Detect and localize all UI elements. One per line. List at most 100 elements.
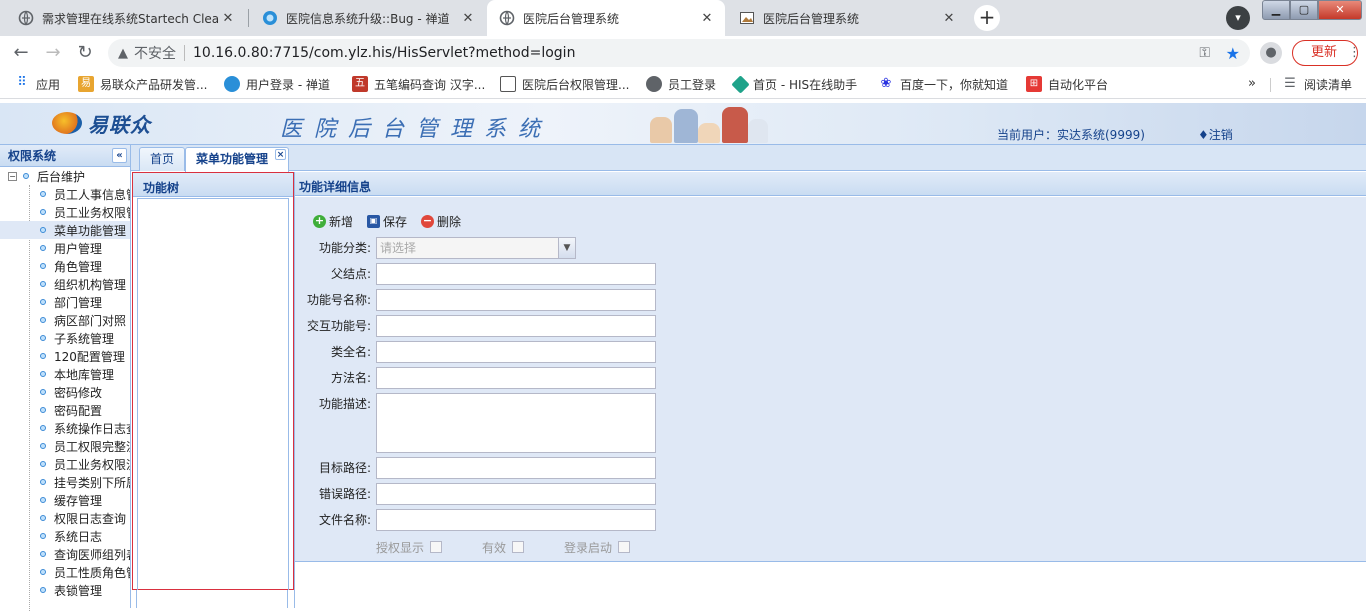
tab-menu-function[interactable]: 菜单功能管理 × [185, 147, 289, 172]
tree-item[interactable]: 权限日志查询 [0, 509, 130, 527]
class-name-input[interactable] [376, 341, 656, 363]
tree-item-label: 员工业务权限流 [54, 457, 130, 472]
bookmark-apps[interactable]: ⠿ 应用 [14, 75, 60, 93]
authorize-display-option[interactable]: 授权显示 [376, 539, 443, 556]
tree-leaf-icon [40, 353, 46, 359]
tree-item[interactable]: 员工性质角色管 [0, 563, 130, 581]
tree-item[interactable]: 组织机构管理 [0, 275, 130, 293]
category-row: 功能分类: 请选择 ▼ [295, 237, 995, 259]
close-tab-icon[interactable]: ✕ [220, 11, 236, 26]
new-tab-button[interactable]: + [974, 5, 1000, 31]
close-tab-icon[interactable]: × [275, 149, 286, 160]
bookmark-permission[interactable]: 医院后台权限管理... [500, 75, 629, 93]
globe-icon [18, 10, 34, 26]
function-tree-body[interactable] [137, 198, 289, 590]
profile-avatar-icon[interactable]: ● [1260, 42, 1282, 64]
tree-leaf-icon [40, 227, 46, 233]
tree-item[interactable]: 病区部门对照 [0, 311, 130, 329]
target-path-input[interactable] [376, 457, 656, 479]
tree-item[interactable]: 缓存管理 [0, 491, 130, 509]
tab-search-icon[interactable]: ▾ [1226, 6, 1250, 30]
tree-item[interactable]: 角色管理 [0, 257, 130, 275]
class-name-label: 类全名: [330, 345, 371, 359]
bookmark-staff-login[interactable]: 员工登录 [646, 75, 716, 93]
tree-item[interactable]: 本地库管理 [0, 365, 130, 383]
func-name-input[interactable] [376, 289, 656, 311]
bookmark-automation[interactable]: ⊞ 自动化平台 [1026, 75, 1108, 93]
bookmark-wubi[interactable]: 五 五笔编码查询 汉字... [352, 75, 485, 93]
bookmark-his[interactable]: 首页 - HIS在线助手 [731, 74, 857, 94]
tree-item[interactable]: 员工业务权限管 [0, 203, 130, 221]
address-bar[interactable]: ▲ 不安全 10.16.0.80:7715/com.ylz.his/HisSer… [108, 39, 1250, 67]
valid-option[interactable]: 有效 [482, 539, 525, 556]
tree-leaf-icon [40, 587, 46, 593]
chevron-down-icon[interactable]: ▼ [558, 238, 575, 258]
tree-item[interactable]: 员工人事信息管 [0, 185, 130, 203]
update-button[interactable]: 更新 ⋮ [1292, 40, 1361, 66]
maximize-icon[interactable]: ▢ [1290, 0, 1318, 20]
method-name-input[interactable] [376, 367, 656, 389]
tree-root-node[interactable]: − 后台维护 [0, 167, 130, 185]
valid-checkbox[interactable] [512, 541, 525, 553]
browser-tab-requirements[interactable]: 需求管理在线系统Startech Clea ✕ [6, 0, 246, 36]
close-tab-icon[interactable]: ✕ [460, 11, 476, 26]
reload-icon[interactable]: ↻ [72, 40, 98, 66]
category-select[interactable]: 请选择 ▼ [376, 237, 576, 259]
tree-item[interactable]: 密码配置 [0, 401, 130, 419]
collapse-panel-icon[interactable]: « [112, 148, 127, 163]
description-row: 功能描述: [295, 393, 995, 453]
close-tab-icon[interactable]: ✕ [941, 11, 957, 26]
bookmark-zentao[interactable]: 用户登录 - 禅道 [224, 75, 330, 93]
tree-item[interactable]: 部门管理 [0, 293, 130, 311]
minimize-icon[interactable]: ▁ [1262, 0, 1290, 20]
delete-button[interactable]: − 删除 [421, 213, 461, 230]
collapse-node-icon[interactable]: − [8, 171, 17, 181]
browser-tab-active[interactable]: 医院后台管理系统 ✕ [487, 0, 725, 36]
save-button[interactable]: ▣ 保存 [367, 213, 407, 230]
tree-item[interactable]: 挂号类别下所属 [0, 473, 130, 491]
tree-item[interactable]: 员工权限完整流 [0, 437, 130, 455]
login-start-option[interactable]: 登录启动 [564, 539, 631, 556]
tree-item[interactable]: 系统日志 [0, 527, 130, 545]
bookmark-star-icon[interactable]: ★ [1226, 44, 1240, 63]
tree-item[interactable]: 密码修改 [0, 383, 130, 401]
menu-dots-icon[interactable]: ⋮ [1348, 41, 1361, 65]
reading-list[interactable]: ☰ 阅读清单 [1282, 75, 1352, 93]
globe-icon [499, 10, 515, 26]
bookmark-ylz[interactable]: 易 易联众产品研发管... [78, 75, 207, 93]
login-start-checkbox[interactable] [618, 541, 631, 553]
close-tab-icon[interactable]: ✕ [699, 11, 715, 26]
browser-tab-admin[interactable]: 医院后台管理系统 ✕ [727, 0, 967, 36]
tree-item[interactable]: 菜单功能管理 [0, 221, 130, 239]
nav-panel-header: 权限系统 « [0, 145, 130, 167]
tab-home[interactable]: 首页 [139, 147, 186, 171]
forward-arrow-icon[interactable]: → [40, 40, 66, 66]
add-button[interactable]: + 新增 [313, 213, 353, 230]
tree-item-label: 菜单功能管理 [54, 223, 127, 238]
target-path-label: 目标路径: [318, 461, 371, 475]
back-arrow-icon[interactable]: ← [8, 40, 34, 66]
tree-item[interactable]: 系统操作日志查 [0, 419, 130, 437]
bookmarks-more-icon[interactable]: » [1248, 76, 1256, 91]
tree-leaf-icon [40, 335, 46, 341]
error-path-input[interactable] [376, 483, 656, 505]
parent-input[interactable] [376, 263, 656, 285]
url-text[interactable]: 10.16.0.80:7715/com.ylz.his/HisServlet?m… [193, 45, 575, 61]
file-name-input[interactable] [376, 509, 656, 531]
bookmark-baidu[interactable]: ❀ 百度一下，你就知道 [878, 75, 1008, 93]
apps-grid-icon: ⠿ [17, 75, 27, 90]
interact-no-input[interactable] [376, 315, 656, 337]
browser-tab-bug[interactable]: 医院信息系统升级::Bug - 禅道 ✕ [250, 0, 486, 36]
tree-item[interactable]: 用户管理 [0, 239, 130, 257]
authorize-display-checkbox[interactable] [430, 541, 443, 553]
tree-item[interactable]: 表锁管理 [0, 581, 130, 599]
description-textarea[interactable] [376, 393, 656, 453]
tree-item[interactable]: 120配置管理 [0, 347, 130, 365]
tree-item[interactable]: 查询医师组列表 [0, 545, 130, 563]
logout-link[interactable]: ♦注销 [1198, 126, 1233, 143]
tree-item[interactable]: 员工业务权限流 [0, 455, 130, 473]
key-icon[interactable]: ⚿ [1199, 45, 1210, 61]
window-close-icon[interactable]: ✕ [1318, 0, 1362, 20]
tree-item[interactable]: 子系统管理 [0, 329, 130, 347]
file-name-row: 文件名称: [295, 509, 995, 531]
